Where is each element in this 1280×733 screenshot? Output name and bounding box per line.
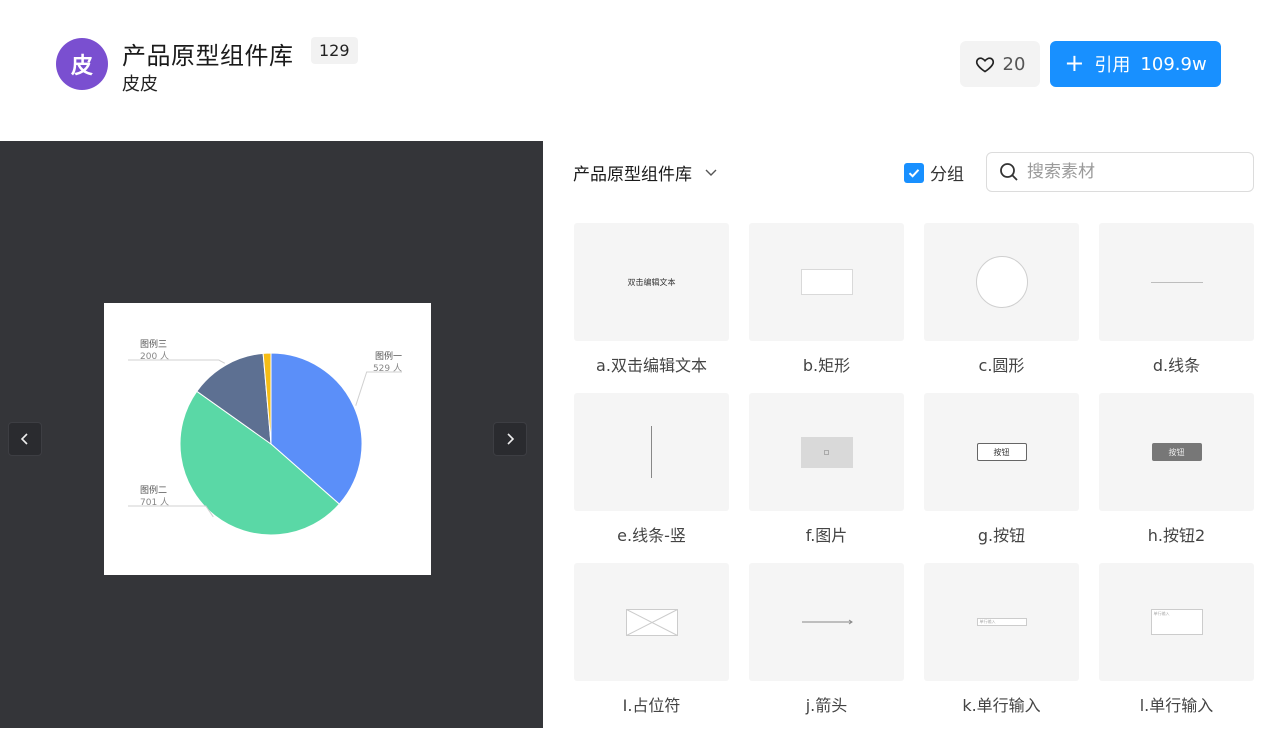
pie-legend-name: 图例二 <box>140 484 167 496</box>
asset-thumbnail[interactable]: 双击编辑文本 <box>574 223 729 341</box>
placeholder-icon <box>625 608 678 636</box>
asset-tile[interactable]: c.圆形 <box>924 223 1079 393</box>
asset-tile[interactable]: f.图片 <box>749 393 904 563</box>
asset-label: g.按钮 <box>977 526 1026 545</box>
chevron-down-icon <box>705 169 717 176</box>
asset-label: f.图片 <box>805 526 848 545</box>
library-dropdown[interactable]: 产品原型组件库 <box>573 160 718 185</box>
asset-label: b.矩形 <box>802 356 851 375</box>
pie-label-line <box>355 371 402 406</box>
chevron-left-icon <box>20 433 28 445</box>
asset-tile[interactable]: 按钮 g.按钮 <box>924 393 1079 563</box>
pie-legend-name: 图例一 <box>375 350 402 362</box>
asset-tile[interactable]: j.箭头 <box>749 563 904 733</box>
asset-tile[interactable]: d.线条 <box>1099 223 1254 393</box>
asset-label: k.单行输入 <box>962 696 1041 715</box>
rectangle-shape <box>800 269 853 295</box>
asset-label: I.占位符 <box>622 696 681 715</box>
asset-label: l.单行输入 <box>1139 696 1214 715</box>
use-label: 引用 <box>1094 55 1131 76</box>
pie-chart: 图例一529 人图例二701 人 图例三200 人 <box>128 338 402 536</box>
asset-label: h.按钮2 <box>1147 526 1206 545</box>
input-sample: 单行输入 <box>976 618 1027 626</box>
search-input[interactable] <box>1027 162 1237 182</box>
vertical-line-shape <box>651 426 652 478</box>
pie-legend-value: 529 人 <box>373 363 402 374</box>
asset-label: j.箭头 <box>805 696 848 715</box>
asset-tile[interactable]: 单行输入 k.单行输入 <box>924 563 1079 733</box>
pie-legend-name: 图例三 <box>140 338 167 350</box>
button2-sample: 按钮 <box>1151 443 1202 461</box>
author-name[interactable]: 皮皮 <box>122 70 158 96</box>
asset-thumbnail[interactable] <box>574 563 729 681</box>
pie-legend-value: 701 人 <box>140 497 169 508</box>
asset-thumbnail[interactable] <box>574 393 729 511</box>
chevron-right-icon <box>507 433 515 445</box>
asset-thumbnail[interactable]: 按钮 <box>1099 393 1254 511</box>
like-count: 20 <box>1002 53 1026 75</box>
asset-label: a.双击编辑文本 <box>596 356 707 375</box>
pie-legend-value: 200 人 <box>140 351 169 362</box>
plus-icon: + <box>1064 49 1085 77</box>
asset-thumbnail[interactable]: 按钮 <box>924 393 1079 511</box>
use-library-button[interactable]: + 引用 109.9w <box>1050 41 1221 87</box>
preview-panel: 图例一 529 人图例二 701 人 图例三 200 人 <box>0 141 543 728</box>
circle-shape <box>975 256 1028 308</box>
search-icon <box>1000 163 1018 181</box>
textarea-sample: 单行输入 <box>1150 609 1203 635</box>
group-label: 分组 <box>930 165 964 185</box>
group-toggle[interactable]: 分组 <box>904 160 964 185</box>
asset-tile[interactable]: I.占位符 <box>574 563 729 733</box>
asset-label: d.线条 <box>1152 356 1201 375</box>
asset-thumbnail[interactable] <box>1099 223 1254 341</box>
page-header: 皮 产品原型组件库 129 皮皮 20 + 引用 109.9w <box>0 0 1280 141</box>
arrow-icon <box>801 619 853 625</box>
asset-tile[interactable]: 双击编辑文本 a.双击编辑文本 <box>574 223 729 393</box>
asset-thumbnail[interactable] <box>749 223 904 341</box>
preview-card: 图例一 529 人图例二 701 人 图例三 200 人 <box>104 303 431 575</box>
component-count-badge: 129 <box>311 37 358 64</box>
like-button[interactable]: 20 <box>960 41 1040 87</box>
asset-label: c.圆形 <box>978 356 1025 375</box>
asset-label: e.线条-竖 <box>617 526 686 545</box>
next-preview-button[interactable] <box>493 422 527 456</box>
asset-tile[interactable]: 按钮 h.按钮2 <box>1099 393 1254 563</box>
library-dropdown-label: 产品原型组件库 <box>573 164 692 185</box>
check-icon <box>908 168 920 178</box>
use-count: 109.9w <box>1140 53 1207 75</box>
line-shape <box>1150 281 1203 283</box>
asset-panel: 产品原型组件库 分组 双击编辑文本 a.双击编辑文本 b.矩形 c.圆形 d.线条 e.线… <box>543 141 1280 728</box>
asset-thumbnail[interactable] <box>924 223 1079 341</box>
search-box[interactable] <box>986 152 1254 192</box>
asset-tile[interactable]: 单行输入 l.单行输入 <box>1099 563 1254 733</box>
text-sample: 双击编辑文本 <box>627 277 676 287</box>
heart-icon <box>975 57 994 73</box>
library-title: 产品原型组件库 <box>122 42 294 70</box>
asset-grid: 双击编辑文本 a.双击编辑文本 b.矩形 c.圆形 d.线条 e.线条-竖 f.图片 按钮 g.… <box>574 223 1254 733</box>
image-icon <box>800 436 853 468</box>
prev-preview-button[interactable] <box>8 422 42 456</box>
asset-thumbnail[interactable]: 单行输入 <box>924 563 1079 681</box>
group-checkbox[interactable] <box>904 162 924 183</box>
asset-tile[interactable]: e.线条-竖 <box>574 393 729 563</box>
button-sample: 按钮 <box>976 443 1027 461</box>
asset-thumbnail[interactable] <box>749 563 904 681</box>
asset-thumbnail[interactable] <box>749 393 904 511</box>
asset-tile[interactable]: b.矩形 <box>749 223 904 393</box>
asset-thumbnail[interactable]: 单行输入 <box>1099 563 1254 681</box>
author-avatar[interactable]: 皮 <box>56 38 108 90</box>
